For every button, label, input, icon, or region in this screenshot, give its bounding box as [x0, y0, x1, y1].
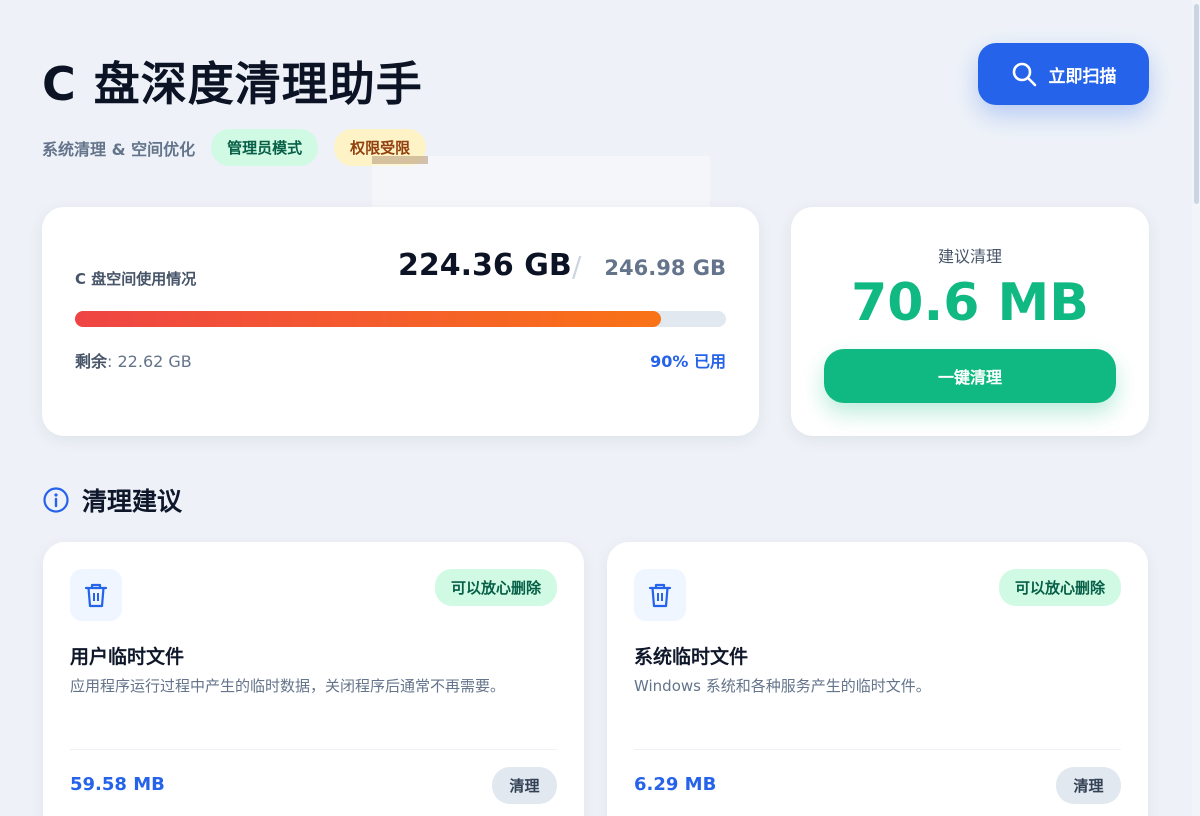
scan-now-label: 立即扫描	[1048, 66, 1117, 87]
search-icon	[1012, 62, 1036, 87]
trash-icon-box	[70, 569, 122, 621]
cleanup-item-description: 应用程序运行过程中产生的临时数据，关闭程序后通常不再需要。	[70, 677, 506, 695]
page-subtitle: 系统清理 & 空间优化	[42, 139, 196, 159]
one-click-clean-button[interactable]: 一键清理	[824, 349, 1116, 403]
app-page: C 盘深度清理助手 系统清理 & 空间优化 管理员模式 权限受限 立即扫描 C …	[0, 0, 1192, 816]
section-header: 清理建议	[42, 482, 182, 518]
scan-now-button[interactable]: 立即扫描	[978, 43, 1149, 105]
trash-icon	[648, 583, 672, 608]
divider	[634, 749, 1121, 750]
tooltip-overlay-strip	[372, 156, 428, 164]
disk-usage-label: C 盘空间使用情况	[75, 270, 197, 288]
suggested-cleanup-value: 70.6 MB	[851, 273, 1089, 333]
disk-remaining-label: 剩余	[75, 352, 108, 371]
safe-to-delete-badge: 可以放心删除	[434, 569, 557, 606]
cleanup-item-size: 6.29 MB	[634, 774, 717, 795]
disk-total-value: 246.98 GB	[604, 256, 726, 280]
section-title: 清理建议	[82, 487, 183, 516]
disk-usage-progress-fill	[75, 311, 661, 327]
cleanup-item-title: 用户临时文件	[70, 646, 185, 668]
info-icon	[43, 487, 69, 513]
disk-used-percent: 90% 已用	[650, 352, 726, 371]
trash-icon-box	[634, 569, 686, 621]
cleanup-item-title: 系统临时文件	[634, 646, 749, 668]
disk-remaining-value: : 22.62 GB	[107, 352, 192, 371]
disk-separator: /	[572, 250, 582, 283]
cleanup-item-card: 可以放心删除 用户临时文件 应用程序运行过程中产生的临时数据，关闭程序后通常不再…	[43, 542, 584, 816]
safe-to-delete-badge: 可以放心删除	[998, 569, 1121, 606]
disk-used-value: 224.36 GB	[398, 248, 572, 283]
cleanup-item-description: Windows 系统和各种服务产生的临时文件。	[634, 677, 931, 695]
clean-item-button[interactable]: 清理	[1056, 767, 1121, 804]
divider	[70, 749, 557, 750]
scrollbar[interactable]	[1192, 0, 1200, 816]
admin-mode-badge: 管理员模式	[211, 129, 319, 166]
trash-icon	[84, 583, 108, 608]
page-title: C 盘深度清理助手	[42, 57, 423, 111]
suggested-cleanup-label: 建议清理	[937, 247, 1002, 266]
disk-remaining: 剩余: 22.62 GB	[75, 348, 192, 372]
cleanup-item-card: 可以放心删除 系统临时文件 Windows 系统和各种服务产生的临时文件。 6.…	[607, 542, 1148, 816]
cleanup-item-size: 59.58 MB	[70, 774, 165, 795]
disk-usage-progress	[75, 311, 726, 327]
suggested-cleanup-card: 建议清理 70.6 MB 一键清理	[791, 207, 1149, 436]
subtitle-row: 系统清理 & 空间优化 管理员模式 权限受限	[42, 129, 427, 166]
disk-usage-card: C 盘空间使用情况 224.36 GB / 246.98 GB 剩余: 22.6…	[42, 207, 759, 436]
clean-item-button[interactable]: 清理	[492, 767, 557, 804]
scrollbar-thumb[interactable]	[1194, 4, 1199, 204]
